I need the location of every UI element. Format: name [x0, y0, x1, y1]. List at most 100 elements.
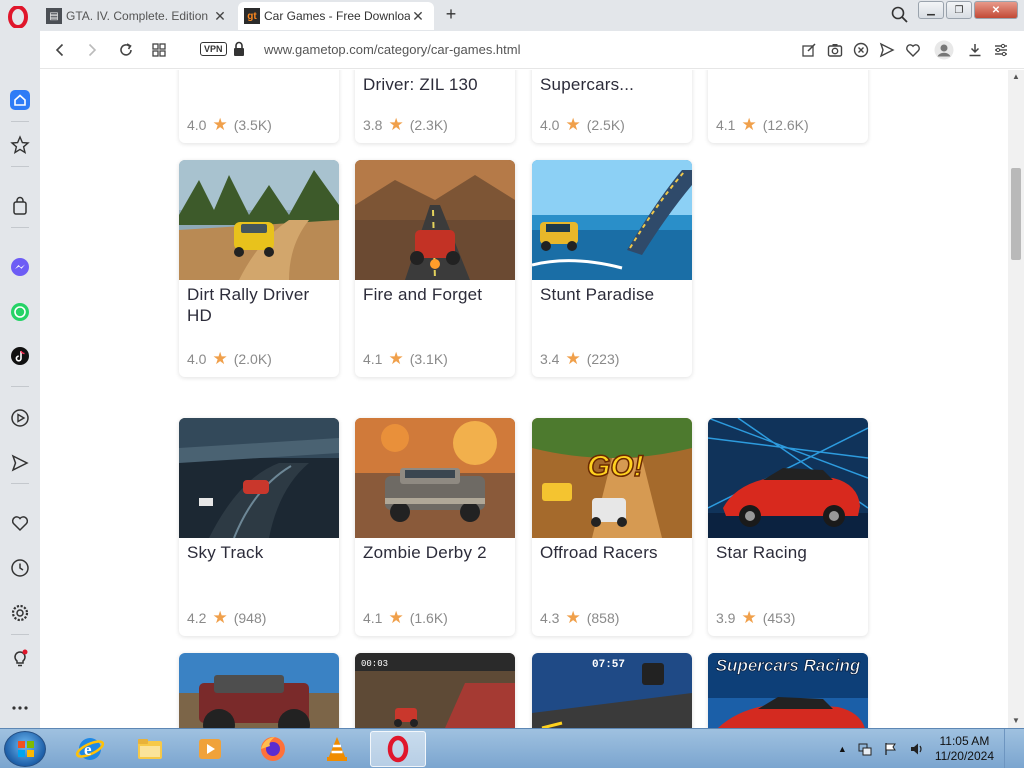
network-icon[interactable]	[857, 741, 873, 757]
send-icon[interactable]	[9, 452, 31, 474]
home-icon[interactable]	[9, 89, 31, 111]
game-title[interactable]: Fire and Forget	[355, 280, 515, 305]
game-card[interactable]: Star Racing 3.9 ★ (453)	[708, 418, 868, 636]
forward-button[interactable]	[82, 40, 102, 60]
clock-date: 11/20/2024	[934, 749, 994, 763]
lock-icon[interactable]	[233, 41, 245, 57]
monster-truck-thumbnail[interactable]	[179, 653, 339, 728]
vpn-badge[interactable]: VPN	[200, 42, 227, 56]
file-explorer-icon[interactable]	[122, 731, 178, 767]
game-title[interactable]: Stunt Paradise	[532, 280, 692, 305]
window-close-button[interactable]: ✕	[974, 1, 1018, 19]
zombie-derby-2-thumbnail[interactable]	[355, 418, 515, 538]
clock[interactable]: 11:05 AM 11/20/2024	[935, 734, 994, 764]
url-field[interactable]: www.gametop.com/category/car-games.html	[264, 42, 520, 57]
minimize-button[interactable]: ▁	[918, 1, 944, 19]
settings-gear-icon[interactable]	[9, 602, 31, 624]
internet-explorer-icon[interactable]: e	[62, 731, 118, 767]
hill-racer-thumbnail[interactable]: 00:03	[355, 653, 515, 728]
game-title[interactable]: Supercars...	[532, 70, 642, 95]
action-center-flag-icon[interactable]	[883, 741, 899, 757]
messenger-icon[interactable]	[9, 256, 31, 278]
ad-blocker-icon[interactable]	[852, 40, 870, 60]
opera-taskbar-icon[interactable]	[370, 731, 426, 767]
game-card[interactable]: 4.1 ★ (12.6K)	[708, 70, 868, 143]
heart-icon[interactable]	[9, 512, 31, 534]
game-card[interactable]: 07:57	[532, 653, 692, 728]
rating-value: 4.0	[540, 117, 560, 133]
show-desktop-button[interactable]	[1004, 729, 1014, 768]
profile-avatar[interactable]	[930, 40, 958, 60]
game-card[interactable]: 4.0 ★ (3.5K)	[179, 70, 339, 143]
whatsapp-icon[interactable]	[9, 301, 31, 323]
downloads-icon[interactable]	[966, 40, 984, 60]
scroll-down-arrow-icon[interactable]: ▼	[1008, 714, 1024, 728]
rating-row: 4.1 ★ (12.6K)	[716, 116, 809, 133]
reload-button[interactable]	[116, 40, 136, 60]
night-racer-thumbnail[interactable]: 07:57	[532, 653, 692, 728]
shopping-bag-icon[interactable]	[9, 195, 31, 217]
edit-page-icon[interactable]	[800, 40, 818, 60]
game-card[interactable]: Zombie Derby 2 4.1 ★ (1.6K)	[355, 418, 515, 636]
rating-value: 3.4	[540, 351, 560, 367]
game-title[interactable]: Offroad Racers	[532, 538, 692, 563]
game-title[interactable]: Driver: ZIL 130	[355, 70, 486, 95]
close-tab-icon[interactable]: ✕	[212, 8, 228, 25]
game-card[interactable]: Sky Track 4.2 ★ (948)	[179, 418, 339, 636]
show-hidden-icons-icon[interactable]: ▲	[838, 744, 847, 754]
game-title[interactable]: Dirt Rally Driver HD	[179, 280, 339, 326]
game-card[interactable]: Dirt Rally Driver HD 4.0 ★ (2.0K)	[179, 160, 339, 377]
opera-menu-icon[interactable]	[7, 6, 29, 28]
send-to-icon[interactable]	[878, 40, 896, 60]
supercars-racing-thumbnail[interactable]: Supercars Racing	[708, 653, 868, 728]
speed-dial-grid-icon[interactable]	[149, 40, 169, 60]
sky-track-thumbnail[interactable]	[179, 418, 339, 538]
game-card[interactable]	[179, 653, 339, 728]
game-card[interactable]: Stunt Paradise 3.4 ★ (223)	[532, 160, 692, 377]
restore-button[interactable]: ❐	[946, 1, 972, 19]
game-title[interactable]: Sky Track	[179, 538, 339, 563]
tiktok-icon[interactable]	[9, 345, 31, 367]
game-title[interactable]: Star Racing	[708, 538, 868, 563]
bookmark-heart-icon[interactable]	[904, 40, 922, 60]
scroll-thumb[interactable]	[1011, 168, 1021, 260]
start-button[interactable]	[4, 731, 46, 767]
scroll-up-arrow-icon[interactable]: ▲	[1008, 70, 1024, 84]
more-options-icon[interactable]	[9, 697, 31, 719]
fire-and-forget-thumbnail[interactable]	[355, 160, 515, 280]
game-card[interactable]: Supercars... 4.0 ★ (2.5K)	[532, 70, 692, 143]
close-tab-icon[interactable]: ✕	[410, 8, 426, 25]
history-clock-icon[interactable]	[9, 557, 31, 579]
back-button[interactable]	[50, 40, 70, 60]
easy-setup-icon[interactable]	[992, 40, 1010, 60]
volume-icon[interactable]	[909, 741, 925, 757]
rating-count: (3.1K)	[409, 351, 448, 367]
game-card[interactable]: Supercars Racing	[708, 653, 868, 728]
tab-car-games[interactable]: gt Car Games - Free Downloa ✕	[238, 2, 434, 30]
tab-search-icon[interactable]	[890, 5, 910, 25]
stunt-paradise-thumbnail[interactable]	[532, 160, 692, 280]
vertical-scrollbar[interactable]: ▲ ▼	[1008, 70, 1024, 728]
game-card[interactable]: Driver: ZIL 130 3.8 ★ (2.3K)	[355, 70, 515, 143]
media-player-icon[interactable]	[182, 731, 238, 767]
player-icon[interactable]	[9, 407, 31, 429]
ai-star-icon[interactable]	[9, 134, 31, 156]
camera-snapshot-icon[interactable]	[826, 40, 844, 60]
game-card[interactable]: GO! Offroad Racers 4.3 ★ (858)	[532, 418, 692, 636]
lightbulb-icon[interactable]	[9, 647, 31, 669]
star-icon: ★	[212, 115, 228, 134]
dirt-rally-driver-thumbnail[interactable]	[179, 160, 339, 280]
game-title[interactable]: Zombie Derby 2	[355, 538, 515, 563]
rating-count: (2.3K)	[409, 117, 448, 133]
window-controls: ▁ ❐ ✕	[918, 1, 1018, 19]
tab-gta[interactable]: ▤ GTA. IV. Complete. Edition ✕	[40, 2, 236, 30]
vlc-icon[interactable]	[309, 731, 365, 767]
sidebar-divider	[11, 121, 29, 122]
game-card[interactable]: 00:03	[355, 653, 515, 728]
offroad-racers-thumbnail[interactable]: GO!	[532, 418, 692, 538]
game-card[interactable]: Fire and Forget 4.1 ★ (3.1K)	[355, 160, 515, 377]
star-icon: ★	[388, 349, 404, 368]
new-tab-button[interactable]: +	[441, 4, 461, 25]
firefox-icon[interactable]	[245, 731, 301, 767]
star-racing-thumbnail[interactable]	[708, 418, 868, 538]
